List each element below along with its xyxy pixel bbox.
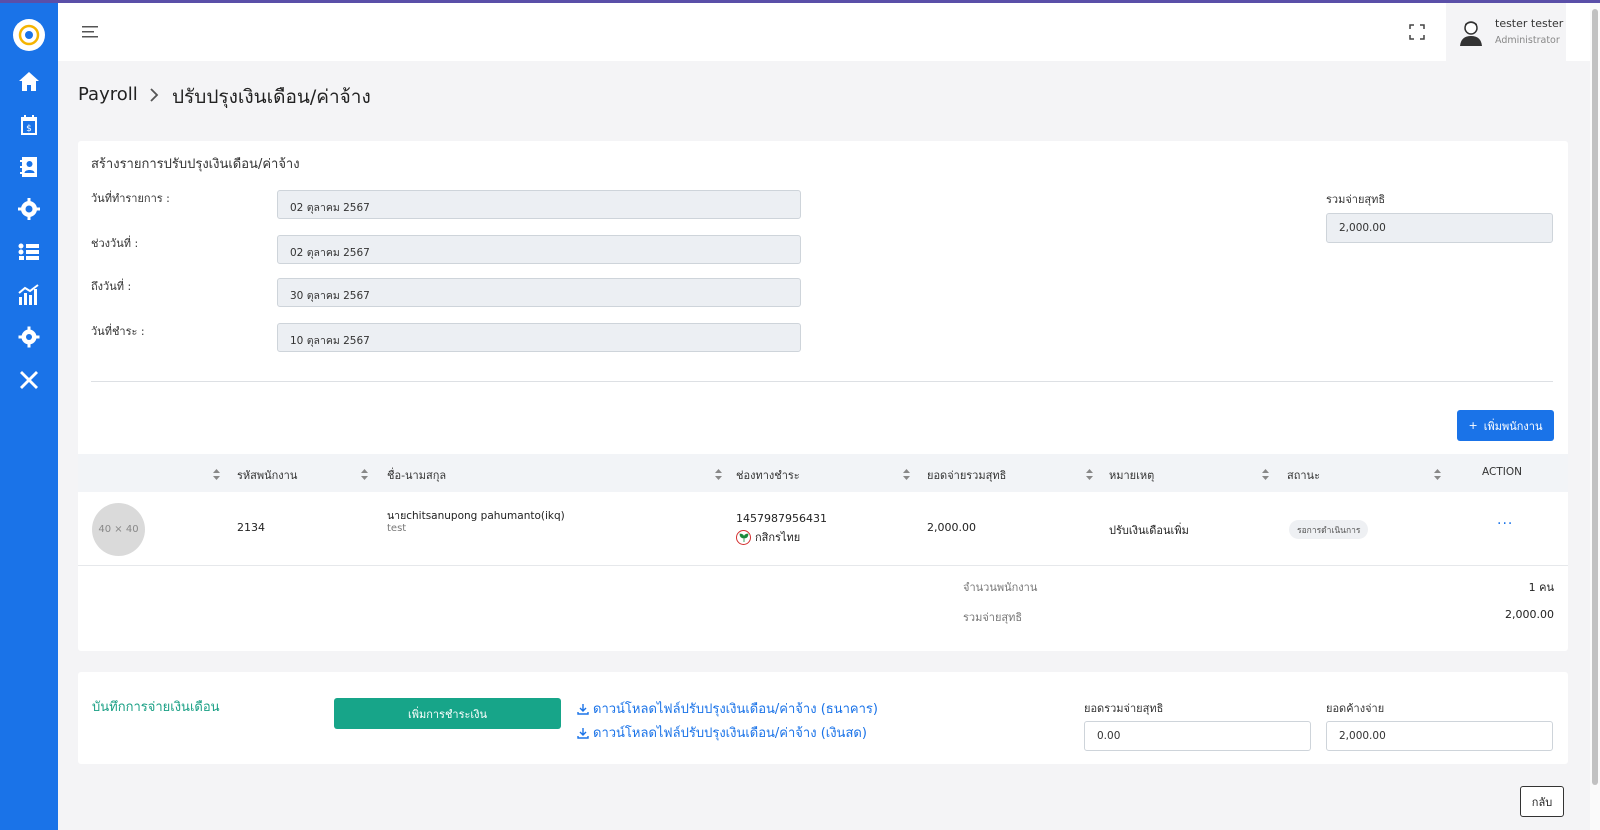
page-title: ปรับปรุงเงินเดือน/ค่าจ้าง xyxy=(172,86,371,108)
col-payment-channel[interactable]: ช่องทางชำระ xyxy=(736,466,800,484)
row-action-menu[interactable]: ··· xyxy=(1497,516,1513,532)
sort-icon[interactable] xyxy=(903,469,910,480)
user-role: Administrator xyxy=(1495,35,1560,46)
sidebar-item-home[interactable] xyxy=(0,66,58,98)
paid-total-field[interactable]: 0.00 xyxy=(1084,721,1311,751)
transaction-date-label: วันที่ทำรายการ : xyxy=(91,192,170,205)
home-icon xyxy=(19,72,39,91)
tools-icon xyxy=(20,371,38,389)
add-employee-button[interactable]: + เพิ่มพนักงาน xyxy=(1457,410,1554,441)
adjustment-form-card: สร้างรายการปรับปรุงเงินเดือน/ค่าจ้าง วัน… xyxy=(78,141,1568,651)
logo-icon xyxy=(18,24,40,46)
sidebar: $ xyxy=(0,3,58,830)
sidebar-item-tools[interactable] xyxy=(0,364,58,396)
team-settings-icon xyxy=(18,198,40,220)
net-amount-cell: 2,000.00 xyxy=(927,521,976,534)
svg-text:$: $ xyxy=(26,124,32,134)
col-remark[interactable]: หมายเหตุ xyxy=(1109,466,1154,484)
sidebar-item-list[interactable] xyxy=(0,236,58,268)
remark-cell: ปรับเงินเดือนเพิ่ม xyxy=(1109,524,1189,537)
add-employee-label: เพิ่มพนักงาน xyxy=(1483,419,1543,433)
analytics-icon xyxy=(18,284,39,305)
table-header: รหัสพนักงาน ชื่อ-นามสกุล ช่องทางชำระ ยอด… xyxy=(78,454,1568,492)
contacts-icon xyxy=(20,157,37,177)
download-cash-file-label: ดาวน์โหลดไฟล์ปรับปรุงเงินเดือน/ค่าจ้าง (… xyxy=(593,726,867,741)
fullscreen-icon xyxy=(1409,24,1425,40)
sort-icon[interactable] xyxy=(361,469,368,480)
payment-record-card: บันทึกการจ่ายเงินเดือน เพิ่มการชำระเงิน … xyxy=(78,672,1568,764)
payroll-calendar-icon: $ xyxy=(21,115,37,135)
col-employee-id[interactable]: รหัสพนักงาน xyxy=(237,466,297,484)
period-end-field[interactable]: 30 ตุลาคม 2567 xyxy=(277,278,801,307)
fullscreen-button[interactable] xyxy=(1408,23,1426,41)
hamburger-icon xyxy=(82,26,98,38)
sort-icon[interactable] xyxy=(715,469,722,480)
outstanding-label: ยอดค้างจ่าย xyxy=(1326,702,1385,715)
net-total-label: รวมจ่ายสุทธิ xyxy=(1326,193,1386,206)
app-logo[interactable] xyxy=(13,19,45,51)
download-icon xyxy=(577,727,589,739)
top-header: tester tester Administrator xyxy=(58,3,1590,61)
kbank-leaf-icon xyxy=(739,533,748,542)
col-net-amount[interactable]: ยอดจ่ายรวมสุทธิ xyxy=(927,466,1006,484)
back-button[interactable]: กลับ xyxy=(1520,786,1564,817)
col-status[interactable]: สถานะ xyxy=(1287,466,1320,484)
employee-note-cell: test xyxy=(387,523,407,534)
form-title: สร้างรายการปรับปรุงเงินเดือน/ค่าจ้าง xyxy=(91,157,300,172)
sort-icon[interactable] xyxy=(1086,469,1093,480)
bank-name-cell: กสิกรไทย xyxy=(755,531,801,544)
sidebar-item-settings[interactable] xyxy=(0,321,58,353)
col-action: ACTION xyxy=(1482,466,1522,478)
menu-toggle-button[interactable] xyxy=(81,23,99,41)
outstanding-field[interactable]: 2,000.00 xyxy=(1326,721,1553,751)
employee-count-label: จำนวนพนักงาน xyxy=(963,581,1038,594)
chevron-right-icon xyxy=(150,88,159,102)
divider xyxy=(91,381,1553,382)
net-total-field[interactable]: 2,000.00 xyxy=(1326,213,1553,243)
sidebar-item-organization[interactable] xyxy=(0,193,58,225)
breadcrumb-root[interactable]: Payroll xyxy=(78,84,138,105)
list-icon xyxy=(18,243,39,260)
payment-record-title: บันทึกการจ่ายเงินเดือน xyxy=(92,700,220,715)
sidebar-item-reports[interactable] xyxy=(0,279,58,311)
status-badge: รอการดำเนินการ xyxy=(1289,520,1369,539)
period-start-label: ช่วงวันที่ : xyxy=(91,237,139,250)
period-start-field[interactable]: 02 ตุลาคม 2567 xyxy=(277,235,801,264)
summary-net-total-value: 2,000.00 xyxy=(1505,608,1554,621)
user-name: tester tester xyxy=(1495,17,1564,30)
employee-avatar-placeholder: 40 × 40 xyxy=(92,503,145,556)
sort-icon[interactable] xyxy=(213,469,220,480)
summary-net-total-label: รวมจ่ายสุทธิ xyxy=(963,611,1023,624)
sort-icon[interactable] xyxy=(1262,469,1269,480)
plus-icon: + xyxy=(1468,419,1478,432)
transaction-date-field[interactable]: 02 ตุลาคม 2567 xyxy=(277,190,801,219)
user-menu[interactable]: tester tester Administrator xyxy=(1446,3,1566,61)
sort-icon[interactable] xyxy=(1434,469,1441,480)
col-name[interactable]: ชื่อ-นามสกุล xyxy=(387,466,446,484)
employee-name-cell: นายchitsanupong pahumanto(ikq) xyxy=(387,510,565,522)
paid-total-label: ยอดรวมจ่ายสุทธิ xyxy=(1084,702,1164,715)
gear-icon xyxy=(18,326,40,348)
payment-date-label: วันที่ชำระ : xyxy=(91,325,145,338)
period-end-label: ถึงวันที่ : xyxy=(91,280,132,293)
employee-id-cell: 2134 xyxy=(237,521,265,534)
user-avatar-icon xyxy=(1460,21,1482,46)
payment-date-field[interactable]: 10 ตุลาคม 2567 xyxy=(277,323,801,352)
download-cash-file-link[interactable]: ดาวน์โหลดไฟล์ปรับปรุงเงินเดือน/ค่าจ้าง (… xyxy=(577,722,867,743)
table-row[interactable]: 40 × 40 2134 นายchitsanupong pahumanto(i… xyxy=(78,492,1568,566)
download-bank-file-label: ดาวน์โหลดไฟล์ปรับปรุงเงินเดือน/ค่าจ้าง (… xyxy=(593,702,878,717)
account-number-cell: 1457987956431 xyxy=(736,512,827,525)
avatar xyxy=(1458,19,1484,47)
page-scrollbar[interactable] xyxy=(1590,3,1600,830)
sidebar-item-employees[interactable] xyxy=(0,151,58,183)
download-bank-file-link[interactable]: ดาวน์โหลดไฟล์ปรับปรุงเงินเดือน/ค่าจ้าง (… xyxy=(577,698,878,719)
sidebar-item-payroll[interactable]: $ xyxy=(0,109,58,141)
scrollbar-thumb[interactable] xyxy=(1592,9,1598,785)
add-payment-button[interactable]: เพิ่มการชำระเงิน xyxy=(334,698,561,729)
download-icon xyxy=(577,703,589,715)
employee-count-value: 1 คน xyxy=(1528,581,1554,594)
bank-logo-icon xyxy=(736,530,751,545)
